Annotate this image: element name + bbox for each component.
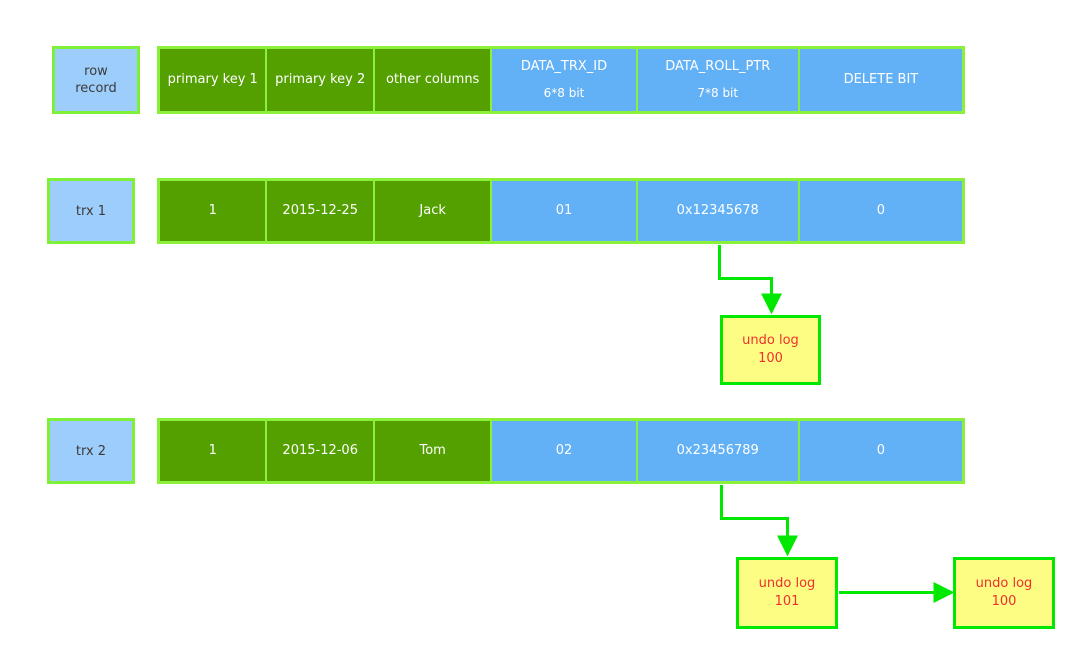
trx2-cell-primary-key-2: 2015-12-06 [267, 421, 373, 481]
record-header-row: primary key 1 primary key 2 other column… [157, 46, 965, 114]
trx1-record-row: 1 2015-12-25 Jack 01 0x12345678 0 [157, 178, 965, 244]
trx2-cell-delete-bit: 0 [799, 421, 963, 481]
header-data-roll-ptr-size: 7*8 bit [697, 86, 739, 100]
trx1-cell-delete-bit: 0 [799, 181, 963, 241]
row-record-label: row record [52, 46, 140, 114]
trx1-cell-data-trx-id: 01 [492, 181, 636, 241]
header-data-roll-ptr-name: DATA_ROLL_PTR [665, 59, 771, 74]
connector-trx2-to-undo101 [720, 485, 798, 557]
trx1-cell-data-roll-ptr: 0x12345678 [637, 181, 798, 241]
header-cell-data-trx-id: DATA_TRX_ID 6*8 bit [492, 49, 636, 111]
trx2-cell-data-roll-ptr: 0x23456789 [637, 421, 798, 481]
trx2-record-row: 1 2015-12-06 Tom 02 0x23456789 0 [157, 418, 965, 484]
undo-log-100-top: undo log 100 [720, 315, 821, 385]
diagram-canvas: row record trx 1 trx 2 primary key 1 pri… [0, 0, 1085, 660]
header-cell-data-roll-ptr: DATA_ROLL_PTR 7*8 bit [637, 49, 798, 111]
header-data-trx-id-name: DATA_TRX_ID [520, 59, 608, 74]
connector-trx1-to-undo100 [718, 245, 782, 315]
trx2-cell-other-columns: Tom [374, 421, 491, 481]
trx1-cell-primary-key-1: 1 [160, 181, 266, 241]
header-cell-primary-key-2: primary key 2 [267, 49, 373, 111]
header-cell-primary-key-1: primary key 1 [160, 49, 266, 111]
undo-log-100-bottom: undo log 100 [953, 557, 1055, 629]
header-data-trx-id-size: 6*8 bit [543, 86, 585, 100]
trx2-cell-data-trx-id: 02 [492, 421, 636, 481]
header-cell-delete-bit: DELETE BIT [799, 49, 963, 111]
trx1-cell-primary-key-2: 2015-12-25 [267, 181, 373, 241]
trx1-cell-other-columns: Jack [374, 181, 491, 241]
undo-log-101: undo log 101 [736, 557, 838, 629]
trx2-cell-primary-key-1: 1 [160, 421, 266, 481]
trx1-label: trx 1 [47, 178, 135, 244]
trx2-label: trx 2 [47, 418, 135, 484]
header-cell-other-columns: other columns [374, 49, 491, 111]
